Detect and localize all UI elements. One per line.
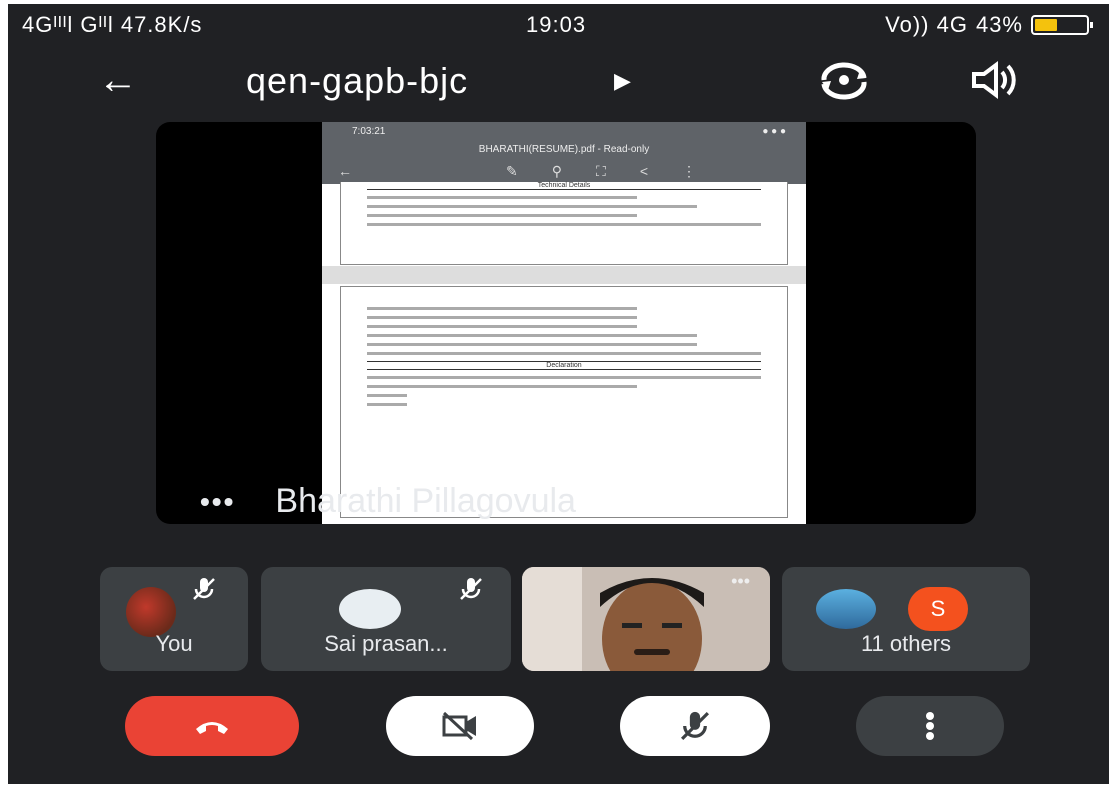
doc-page-1: Technical Details: [340, 182, 788, 265]
doc-text-line: [367, 325, 637, 328]
signal-and-speed: 4Gᴵᴵᴵl Gᴵᴵl 47.8K/s: [22, 12, 203, 37]
page-gap: [322, 266, 806, 284]
microphone-toggle-button[interactable]: [620, 696, 770, 756]
doc-text-line: [367, 307, 637, 310]
participant-name: 11 others: [860, 631, 952, 656]
presentation-view[interactable]: 7:03:21 ● ● ● BHARATHI(RESUME).pdf - Rea…: [156, 122, 976, 524]
doc-heading-technical: Technical Details: [367, 182, 761, 190]
participant-tile-others[interactable]: S 11 others: [782, 567, 1030, 671]
doc-status-time: 7:03:21: [352, 126, 386, 137]
camera-toggle-button[interactable]: [386, 696, 534, 756]
more-vert-icon: [926, 712, 934, 740]
status-right: Vo)) 4G 43%: [885, 12, 1093, 38]
doc-back-icon: ←: [338, 163, 352, 179]
doc-status-bar: 7:03:21 ● ● ●: [322, 122, 806, 144]
doc-text-line: [367, 223, 761, 226]
hang-up-icon: [196, 722, 228, 734]
doc-fullscreen-icon: ⛶: [596, 162, 606, 179]
more-dots-icon[interactable]: •••: [200, 486, 235, 518]
mic-off-icon: [681, 711, 709, 740]
participant-name: Sai prasan...: [324, 631, 448, 656]
doc-edit-icon: ✎: [506, 162, 518, 179]
camera-off-icon: [442, 711, 476, 741]
doc-text-line: [367, 403, 407, 406]
doc-text-line: [367, 205, 697, 208]
back-arrow-icon[interactable]: ←: [98, 60, 138, 100]
meeting-code-title[interactable]: qen-gapb-bjc: [246, 60, 468, 102]
battery-percent: 43%: [975, 12, 1023, 37]
status-bar: 4Gᴵᴵᴵl Gᴵᴵl 47.8K/s 19:03 Vo)) 4G 43%: [8, 4, 1109, 44]
clock: 19:03: [526, 12, 587, 37]
doc-text-line: [367, 343, 697, 346]
doc-title: BHARATHI(RESUME).pdf - Read-only: [322, 144, 806, 158]
switch-camera-icon[interactable]: [816, 58, 872, 107]
more-options-button[interactable]: [856, 696, 1004, 756]
participant-video-tile[interactable]: •••: [522, 567, 770, 671]
doc-status-icons: ● ● ●: [762, 126, 786, 137]
end-call-button[interactable]: [125, 696, 299, 756]
mic-off-icon: [190, 575, 218, 608]
network-indicator: Vo)) 4G: [885, 12, 968, 37]
speaker-icon[interactable]: [968, 60, 1018, 105]
doc-text-line: [367, 352, 761, 355]
participant-tile-you[interactable]: You: [100, 567, 248, 671]
doc-share-icon: <: [639, 163, 648, 179]
avatar: [339, 589, 401, 629]
doc-text-line: [367, 334, 697, 337]
doc-menu-icon: ⋮: [682, 162, 696, 179]
participant-tile-sai[interactable]: Sai prasan...: [261, 567, 511, 671]
mic-off-icon: [457, 575, 485, 608]
doc-text-line: [367, 316, 637, 319]
doc-text-line: [367, 376, 761, 379]
meet-screen: 4Gᴵᴵᴵl Gᴵᴵl 47.8K/s 19:03 Vo)) 4G 43% ← …: [8, 4, 1109, 784]
doc-search-icon: ⚲: [551, 162, 562, 179]
presenter-name: Bharathi Pillagovula: [275, 482, 576, 520]
avatar: [816, 589, 876, 629]
participant-name: You: [155, 631, 193, 656]
avatar: [126, 587, 176, 637]
doc-text-line: [367, 214, 637, 217]
avatar-initial-badge: S: [908, 587, 968, 631]
caret-right-icon[interactable]: ▶: [614, 68, 631, 94]
doc-heading-declaration: Declaration: [367, 361, 761, 370]
battery-icon: [1031, 15, 1093, 35]
shared-document: 7:03:21 ● ● ● BHARATHI(RESUME).pdf - Rea…: [322, 122, 806, 524]
presenter-nameplate: ••• Bharathi Pillagovula: [200, 482, 576, 521]
tile-more-icon[interactable]: •••: [731, 571, 750, 592]
doc-text-line: [367, 196, 637, 199]
doc-text-line: [367, 385, 637, 388]
top-app-bar: ← qen-gapb-bjc ▶: [8, 56, 1109, 106]
doc-text-line: [367, 394, 407, 397]
doc-toolbar: ← ✎ ⚲ ⛶ < ⋮: [322, 158, 806, 184]
